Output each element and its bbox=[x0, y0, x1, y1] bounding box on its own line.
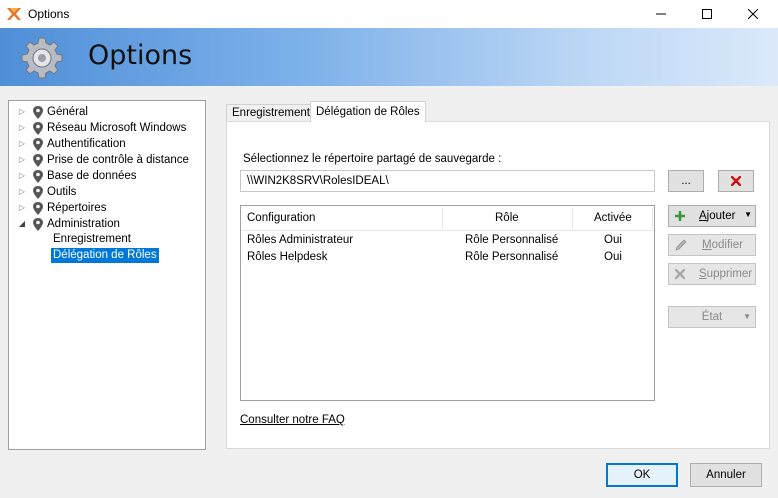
delete-x-icon bbox=[731, 176, 741, 186]
expand-arrow-icon[interactable]: ▷ bbox=[17, 104, 27, 120]
cancel-button[interactable]: Annuler bbox=[690, 463, 762, 487]
map-pin-icon bbox=[33, 154, 43, 167]
tree-child-registration[interactable]: Enregistrement bbox=[51, 232, 133, 247]
clear-directory-button[interactable] bbox=[718, 170, 754, 192]
options-tree[interactable]: ▷ Général ▷ Réseau Microsoft Windows ▷ A… bbox=[8, 100, 206, 450]
cell-configuration: Rôles Administrateur bbox=[247, 234, 354, 246]
add-accelerator: A bbox=[699, 210, 707, 222]
column-header-configuration[interactable]: Configuration bbox=[247, 206, 315, 231]
directory-input[interactable] bbox=[240, 170, 655, 192]
gear-icon bbox=[21, 37, 63, 79]
directory-label: Sélectionnez le répertoire partagé de sa… bbox=[243, 153, 502, 165]
column-header-role[interactable]: Rôle bbox=[495, 206, 519, 231]
cell-configuration: Rôles Helpdesk bbox=[247, 251, 328, 263]
tree-child-role-delegation[interactable]: Délégation de Rôles bbox=[51, 248, 159, 263]
tree-item-label: Réseau Microsoft Windows bbox=[47, 122, 187, 134]
state-button-label: État bbox=[702, 311, 722, 323]
cell-active: Oui bbox=[604, 251, 622, 263]
column-separator bbox=[442, 208, 443, 229]
expand-arrow-icon[interactable]: ▷ bbox=[17, 152, 27, 168]
roles-table[interactable]: Configuration Rôle Activée Rôles Adminis… bbox=[240, 205, 655, 401]
app-logo-icon bbox=[7, 8, 21, 20]
delete-label-rest: upprimer bbox=[706, 268, 753, 280]
delete-accelerator: S bbox=[699, 268, 707, 280]
header-banner: Options bbox=[0, 28, 778, 86]
maximize-icon bbox=[702, 9, 712, 19]
minimize-icon bbox=[656, 13, 666, 15]
tree-item-label: Administration bbox=[47, 218, 120, 230]
expand-arrow-icon[interactable]: ▷ bbox=[17, 120, 27, 136]
faq-link[interactable]: Consulter notre FAQ bbox=[240, 414, 345, 426]
cell-role: Rôle Personnalisé bbox=[465, 251, 559, 263]
title-bar: Options bbox=[0, 0, 778, 28]
window-title: Options bbox=[28, 7, 70, 21]
add-button-label: Ajouter bbox=[699, 210, 735, 222]
add-label-rest: jouter bbox=[706, 210, 736, 222]
tree-item-label: Outils bbox=[47, 186, 77, 198]
map-pin-icon bbox=[33, 138, 43, 151]
browse-button[interactable]: ... bbox=[668, 170, 704, 192]
page-title: Options bbox=[88, 40, 193, 71]
table-row[interactable]: Rôles Helpdesk Rôle Personnalisé Oui bbox=[241, 249, 654, 265]
tab-registration[interactable]: Enregistrement bbox=[226, 104, 316, 122]
plus-icon bbox=[675, 211, 685, 221]
maximize-button[interactable] bbox=[684, 0, 730, 28]
delete-button-label: Supprimer bbox=[699, 268, 752, 280]
dropdown-arrow-icon[interactable]: ▼ bbox=[743, 312, 751, 321]
minimize-button[interactable] bbox=[638, 0, 684, 28]
cell-role: Rôle Personnalisé bbox=[465, 234, 559, 246]
state-label-rest: tat bbox=[709, 311, 723, 323]
map-pin-icon bbox=[33, 218, 43, 231]
map-pin-icon bbox=[33, 170, 43, 183]
column-separator bbox=[652, 208, 653, 229]
tree-item-label: Base de données bbox=[47, 170, 137, 182]
collapse-arrow-icon[interactable]: ◢ bbox=[17, 216, 27, 232]
modify-button-label: Modifier bbox=[702, 239, 743, 251]
close-button[interactable] bbox=[730, 0, 776, 28]
expand-arrow-icon[interactable]: ▷ bbox=[17, 184, 27, 200]
expand-arrow-icon[interactable]: ▷ bbox=[17, 136, 27, 152]
map-pin-icon bbox=[33, 186, 43, 199]
modify-label-rest: odifier bbox=[711, 239, 743, 251]
cell-active: Oui bbox=[604, 234, 622, 246]
ok-button[interactable]: OK bbox=[606, 463, 678, 487]
modify-accelerator: M bbox=[702, 239, 712, 251]
state-button[interactable]: État ▼ bbox=[668, 306, 756, 328]
column-separator bbox=[572, 208, 573, 229]
tree-item-label: Authentification bbox=[47, 138, 126, 150]
pencil-icon bbox=[675, 239, 687, 251]
table-row[interactable]: Rôles Administrateur Rôle Personnalisé O… bbox=[241, 232, 654, 248]
map-pin-icon bbox=[33, 202, 43, 215]
add-button[interactable]: Ajouter ▼ bbox=[668, 205, 756, 227]
column-header-active[interactable]: Activée bbox=[594, 206, 632, 231]
tree-item-label: Répertoires bbox=[47, 202, 107, 214]
delete-button[interactable]: Supprimer bbox=[668, 263, 756, 285]
expand-arrow-icon[interactable]: ▷ bbox=[17, 200, 27, 216]
modify-button[interactable]: Modifier bbox=[668, 234, 756, 256]
tree-item-label: Général bbox=[47, 106, 88, 118]
map-pin-icon bbox=[33, 122, 43, 135]
close-icon bbox=[748, 9, 758, 19]
expand-arrow-icon[interactable]: ▷ bbox=[17, 168, 27, 184]
map-pin-icon bbox=[33, 106, 43, 119]
tab-role-delegation[interactable]: Délégation de Rôles bbox=[310, 101, 426, 122]
table-header: Configuration Rôle Activée bbox=[241, 206, 654, 231]
dropdown-arrow-icon[interactable]: ▼ bbox=[744, 210, 752, 219]
delete-x-icon bbox=[675, 269, 685, 279]
tree-item-label: Prise de contrôle à distance bbox=[47, 154, 189, 166]
